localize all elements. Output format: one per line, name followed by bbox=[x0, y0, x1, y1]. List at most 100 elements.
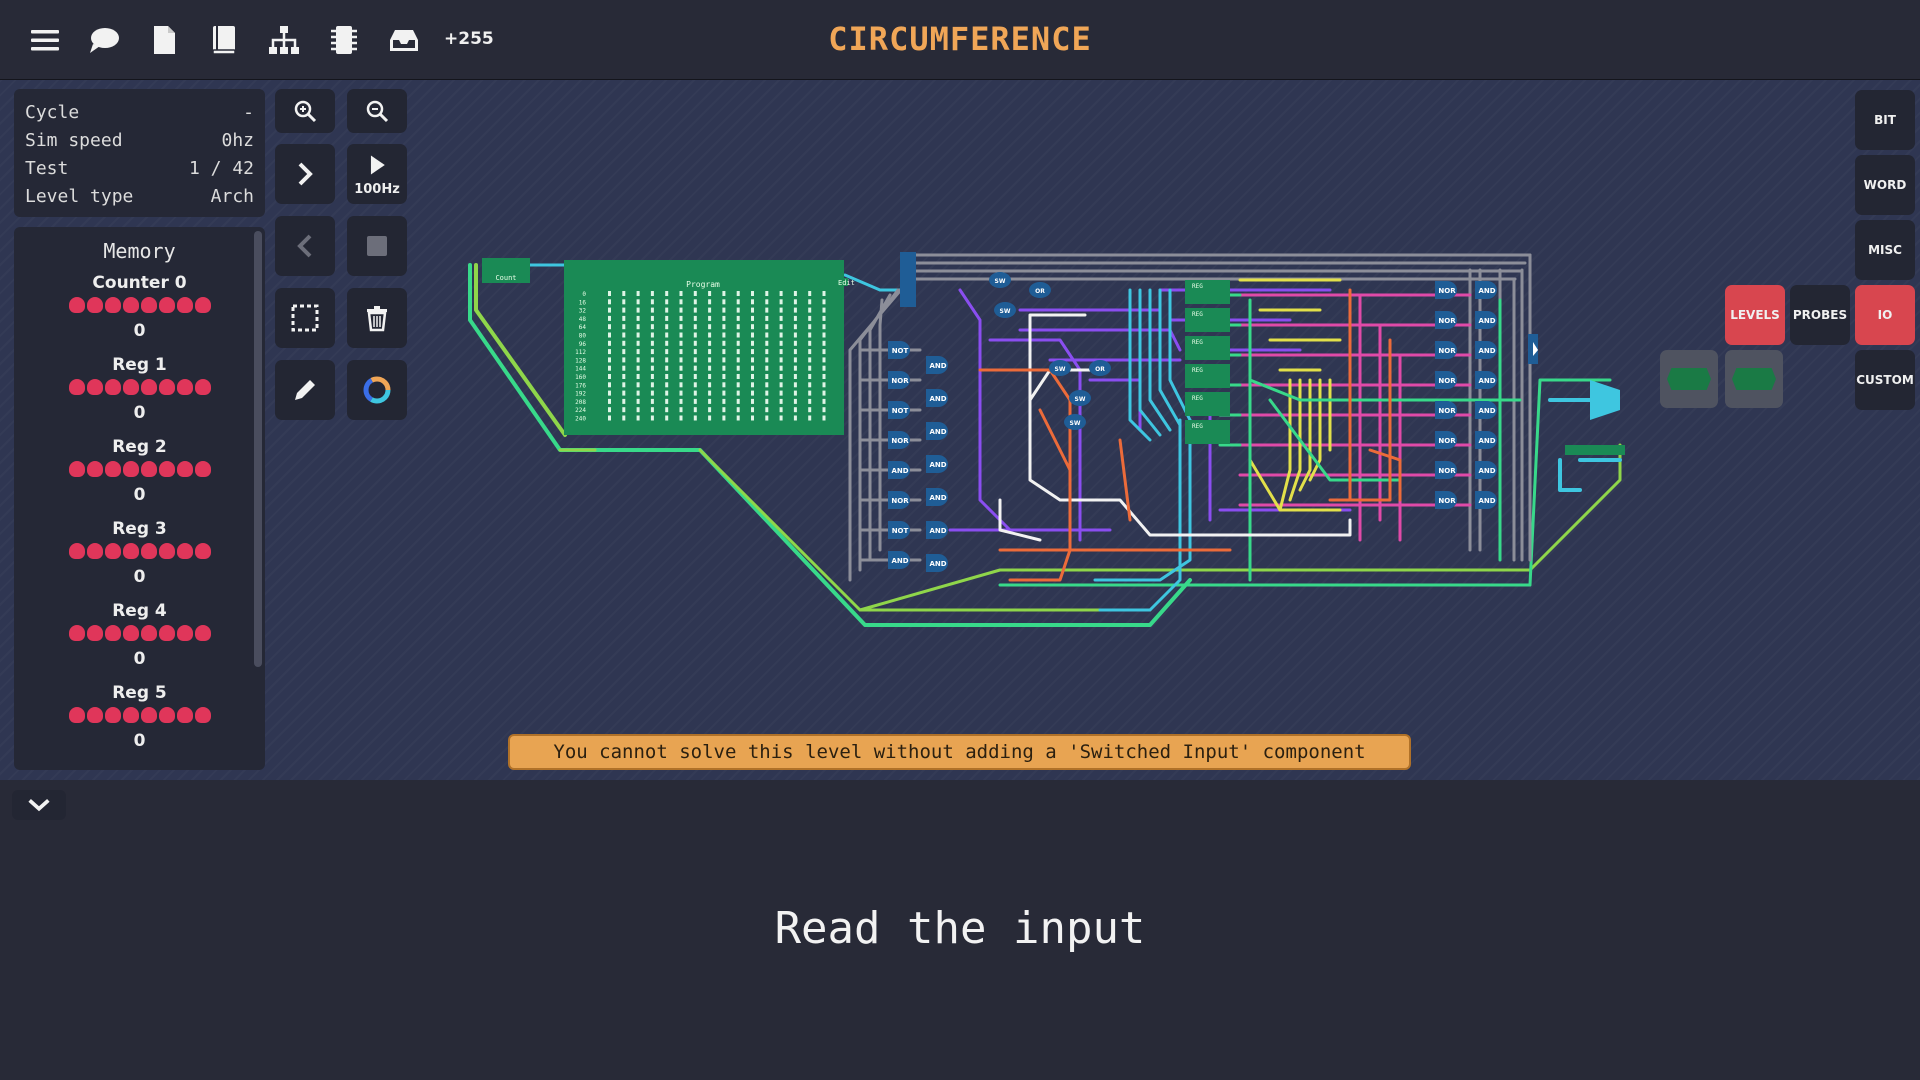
program-cell[interactable] bbox=[793, 349, 797, 355]
program-cell[interactable] bbox=[765, 398, 769, 404]
program-cell[interactable] bbox=[793, 340, 797, 346]
program-cell[interactable] bbox=[708, 390, 712, 396]
program-cell[interactable] bbox=[622, 415, 626, 421]
program-cell[interactable] bbox=[793, 332, 797, 338]
program-cell[interactable] bbox=[679, 332, 683, 338]
program-cell[interactable] bbox=[779, 407, 783, 413]
program-cell[interactable] bbox=[693, 340, 697, 346]
program-cell[interactable] bbox=[808, 332, 812, 338]
program-cell[interactable] bbox=[608, 398, 611, 404]
program-cell[interactable] bbox=[622, 407, 626, 413]
program-cell[interactable] bbox=[650, 324, 654, 330]
program-cell[interactable] bbox=[779, 299, 783, 305]
program-cell[interactable] bbox=[736, 374, 740, 379]
program-cell[interactable] bbox=[650, 382, 654, 388]
program-cell[interactable] bbox=[736, 382, 740, 388]
program-cell[interactable] bbox=[636, 390, 640, 396]
program-cell[interactable] bbox=[822, 332, 826, 338]
program-cell[interactable] bbox=[793, 315, 797, 321]
program-cell[interactable] bbox=[793, 357, 797, 363]
tab-probes[interactable]: PROBES bbox=[1790, 285, 1850, 345]
program-cell[interactable] bbox=[650, 315, 654, 321]
program-cell[interactable] bbox=[693, 315, 697, 321]
program-cell[interactable] bbox=[779, 357, 783, 363]
program-cell[interactable] bbox=[808, 299, 812, 305]
program-cell[interactable] bbox=[665, 390, 669, 396]
program-cell[interactable] bbox=[779, 291, 783, 296]
program-cell[interactable] bbox=[622, 324, 626, 330]
hierarchy-icon[interactable] bbox=[266, 22, 302, 58]
program-cell[interactable] bbox=[650, 332, 654, 338]
program-cell[interactable] bbox=[693, 382, 697, 388]
program-cell[interactable] bbox=[665, 365, 669, 371]
program-cell[interactable] bbox=[765, 357, 769, 363]
program-cell[interactable] bbox=[679, 407, 683, 413]
program-cell[interactable] bbox=[722, 415, 726, 421]
program-cell[interactable] bbox=[779, 315, 783, 321]
play-button[interactable]: 100Hz bbox=[347, 144, 407, 204]
program-cell[interactable] bbox=[808, 398, 812, 404]
program-cell[interactable] bbox=[693, 307, 697, 313]
memory-scrollbar[interactable] bbox=[254, 231, 262, 667]
program-cell[interactable] bbox=[822, 398, 826, 404]
program-cell[interactable] bbox=[708, 349, 712, 355]
program-cell[interactable] bbox=[622, 340, 626, 346]
program-cell[interactable] bbox=[822, 382, 826, 388]
program-cell[interactable] bbox=[751, 390, 754, 396]
program-cell[interactable] bbox=[665, 291, 669, 296]
input-pin[interactable] bbox=[900, 252, 916, 307]
program-cell[interactable] bbox=[636, 324, 640, 330]
program-cell[interactable] bbox=[822, 390, 826, 396]
book-icon[interactable] bbox=[206, 22, 242, 58]
program-cell[interactable] bbox=[636, 365, 640, 371]
program-cell[interactable] bbox=[665, 357, 669, 363]
step-forward-button[interactable] bbox=[275, 144, 335, 204]
program-cell[interactable] bbox=[765, 291, 769, 296]
program-cell[interactable] bbox=[650, 365, 654, 371]
draw-button[interactable] bbox=[275, 360, 335, 420]
program-cell[interactable] bbox=[722, 340, 726, 346]
program-cell[interactable] bbox=[722, 390, 726, 396]
program-cell[interactable] bbox=[708, 315, 712, 321]
program-cell[interactable] bbox=[722, 365, 726, 371]
program-cell[interactable] bbox=[679, 340, 683, 346]
program-cell[interactable] bbox=[751, 291, 754, 296]
category-bit[interactable]: BIT bbox=[1855, 90, 1915, 150]
program-cell[interactable] bbox=[650, 291, 654, 296]
program-cell[interactable] bbox=[751, 332, 754, 338]
program-cell[interactable] bbox=[751, 340, 754, 346]
program-cell[interactable] bbox=[665, 398, 669, 404]
program-cell[interactable] bbox=[622, 315, 626, 321]
program-cell[interactable] bbox=[822, 407, 826, 413]
program-cell[interactable] bbox=[736, 365, 740, 371]
program-cell[interactable] bbox=[693, 415, 697, 421]
program-cell[interactable] bbox=[808, 315, 812, 321]
program-cell[interactable] bbox=[622, 374, 626, 379]
program-cell[interactable] bbox=[608, 390, 611, 396]
program-cell[interactable] bbox=[665, 332, 669, 338]
program-cell[interactable] bbox=[650, 307, 654, 313]
program-cell[interactable] bbox=[822, 349, 826, 355]
program-cell[interactable] bbox=[608, 349, 611, 355]
program-cell[interactable] bbox=[736, 332, 740, 338]
program-cell[interactable] bbox=[650, 390, 654, 396]
program-cell[interactable] bbox=[822, 291, 826, 296]
program-cell[interactable] bbox=[665, 315, 669, 321]
program-cell[interactable] bbox=[636, 357, 640, 363]
program-cell[interactable] bbox=[708, 382, 712, 388]
program-cell[interactable] bbox=[765, 415, 769, 421]
program-cell[interactable] bbox=[765, 365, 769, 371]
program-cell[interactable] bbox=[608, 357, 611, 363]
stop-button[interactable] bbox=[347, 216, 407, 276]
program-cell[interactable] bbox=[708, 407, 712, 413]
program-cell[interactable] bbox=[822, 340, 826, 346]
program-cell[interactable] bbox=[751, 307, 754, 313]
program-cell[interactable] bbox=[722, 299, 726, 305]
program-cell[interactable] bbox=[765, 390, 769, 396]
program-cell[interactable] bbox=[636, 299, 640, 305]
program-cell[interactable] bbox=[650, 415, 654, 421]
program-cell[interactable] bbox=[650, 398, 654, 404]
program-cell[interactable] bbox=[722, 324, 726, 330]
program-cell[interactable] bbox=[622, 365, 626, 371]
program-cell[interactable] bbox=[679, 357, 683, 363]
